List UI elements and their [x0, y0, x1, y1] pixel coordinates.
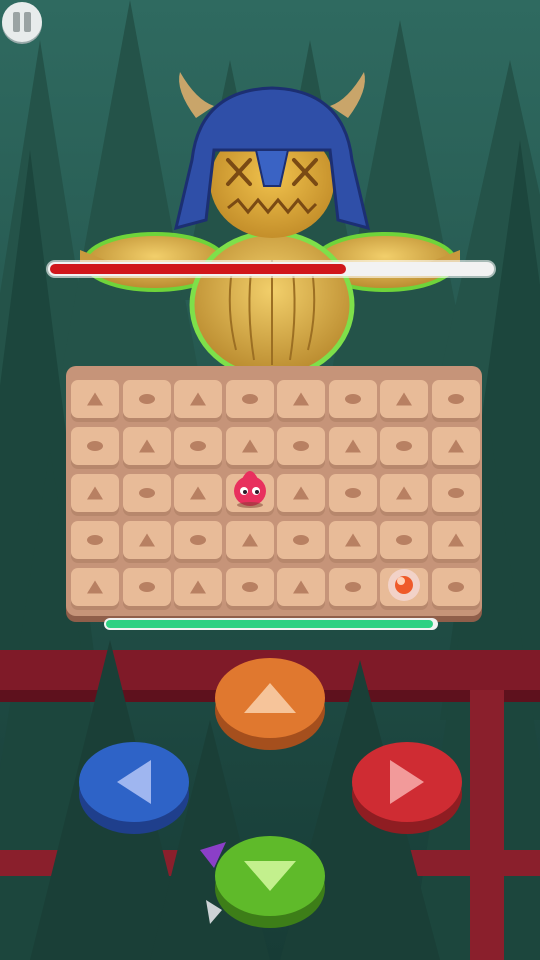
- triangle-mark-icon: [241, 533, 258, 547]
- board-tile: [277, 427, 325, 465]
- triangle-mark-icon: [344, 439, 361, 453]
- board-tile: [174, 568, 222, 606]
- triangle-mark-icon: [241, 439, 258, 453]
- player-health-bar: [104, 618, 438, 630]
- circle-mark-icon: [138, 394, 155, 404]
- triangle-mark-icon: [87, 580, 103, 594]
- board-tile: [277, 521, 325, 559]
- triangle-mark-icon: [87, 392, 103, 406]
- board-tile: [122, 568, 171, 606]
- board-tile: [431, 521, 480, 559]
- board-tile: [328, 521, 377, 559]
- pause-icon: [13, 12, 20, 32]
- circle-mark-icon: [344, 582, 361, 592]
- circle-mark-icon: [396, 441, 412, 451]
- circle-mark-icon: [396, 535, 412, 545]
- circle-mark-icon: [344, 394, 361, 404]
- circle-mark-icon: [190, 535, 206, 545]
- board-tile: [122, 427, 171, 465]
- circle-mark-icon: [293, 535, 309, 545]
- triangle-mark-icon: [293, 486, 309, 500]
- boss-health-bar: [48, 262, 494, 276]
- board-tile: [174, 474, 222, 512]
- pink-blob-hero-icon: [230, 465, 270, 513]
- board-tile: [431, 474, 480, 512]
- board-tile: [174, 521, 222, 559]
- board-tile: [71, 521, 119, 559]
- game-board: [66, 366, 482, 616]
- board-tile: [225, 568, 274, 606]
- move-left-button[interactable]: [79, 742, 189, 836]
- arrow-up-icon: [244, 683, 296, 713]
- move-down-button[interactable]: [215, 836, 325, 930]
- circle-mark-icon: [447, 488, 464, 498]
- board-tile: [380, 521, 428, 559]
- orange-orb-icon: [387, 568, 421, 606]
- triangle-mark-icon: [396, 392, 412, 406]
- board-tile: [380, 568, 428, 606]
- board-tile: [431, 427, 480, 465]
- board-tile: [122, 380, 171, 418]
- move-up-button[interactable]: [215, 658, 325, 752]
- circle-mark-icon: [87, 535, 103, 545]
- triangle-mark-icon: [138, 439, 155, 453]
- circle-mark-icon: [241, 394, 258, 404]
- board-tile: [71, 568, 119, 606]
- triangle-mark-icon: [87, 486, 103, 500]
- pause-button[interactable]: [2, 2, 42, 42]
- triangle-mark-icon: [293, 580, 309, 594]
- circle-mark-icon: [293, 441, 309, 451]
- board-tile: [71, 474, 119, 512]
- board-tile: [328, 568, 377, 606]
- board-tile: [122, 474, 171, 512]
- circle-mark-icon: [447, 582, 464, 592]
- triangle-mark-icon: [190, 580, 206, 594]
- triangle-mark-icon: [447, 533, 464, 547]
- arrow-left-icon: [117, 760, 151, 804]
- circle-mark-icon: [138, 582, 155, 592]
- board-tile: [380, 427, 428, 465]
- circle-mark-icon: [241, 582, 258, 592]
- board-tile: [328, 474, 377, 512]
- boss-health-fill: [50, 264, 347, 274]
- triangle-mark-icon: [138, 533, 155, 547]
- triangle-mark-icon: [293, 392, 309, 406]
- board-tile: [225, 427, 274, 465]
- arrow-right-icon: [390, 760, 424, 804]
- board-tile: [71, 380, 119, 418]
- board-tile: [380, 380, 428, 418]
- triangle-mark-icon: [190, 486, 206, 500]
- circle-mark-icon: [190, 441, 206, 451]
- board-tile: [174, 380, 222, 418]
- board-tile: [225, 521, 274, 559]
- triangle-mark-icon: [447, 439, 464, 453]
- board-tile: [431, 568, 480, 606]
- triangle-mark-icon: [190, 392, 206, 406]
- board-tile: [277, 568, 325, 606]
- board-tile: [71, 427, 119, 465]
- board-tile: [225, 380, 274, 418]
- board-tile: [122, 521, 171, 559]
- move-right-button[interactable]: [352, 742, 462, 836]
- board-tile: [328, 380, 377, 418]
- circle-mark-icon: [138, 488, 155, 498]
- board-tile: [380, 474, 428, 512]
- board-tile: [277, 474, 325, 512]
- board-tile: [174, 427, 222, 465]
- triangle-mark-icon: [344, 533, 361, 547]
- board-tile: [225, 471, 274, 512]
- arrow-down-icon: [244, 861, 296, 891]
- circle-mark-icon: [344, 488, 361, 498]
- player-health-fill: [106, 620, 433, 628]
- board-tile: [431, 380, 480, 418]
- board-tile: [277, 380, 325, 418]
- circle-mark-icon: [87, 441, 103, 451]
- board-tile: [328, 427, 377, 465]
- triangle-mark-icon: [396, 486, 412, 500]
- circle-mark-icon: [447, 394, 464, 404]
